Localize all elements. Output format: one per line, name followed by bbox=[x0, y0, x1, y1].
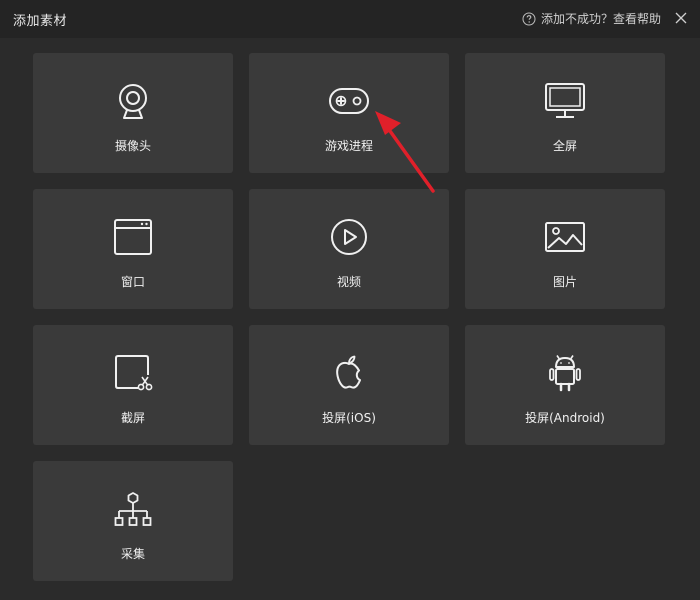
webcam-icon bbox=[113, 81, 153, 121]
screenshot-scissors-icon bbox=[113, 353, 153, 393]
dialog-title: 添加素材 bbox=[13, 14, 68, 29]
gamepad-icon bbox=[329, 81, 369, 121]
tile-fullscreen[interactable]: 全屏 bbox=[465, 53, 665, 173]
tile-image[interactable]: 图片 bbox=[465, 189, 665, 309]
tile-label: 视频 bbox=[336, 275, 361, 289]
android-icon bbox=[545, 353, 585, 393]
tile-capture[interactable]: 采集 bbox=[33, 461, 233, 581]
question-circle-icon bbox=[522, 12, 536, 26]
tile-label: 摄像头 bbox=[114, 139, 151, 153]
tile-label: 投屏(iOS) bbox=[322, 411, 376, 425]
monitor-icon bbox=[545, 81, 585, 121]
tile-screenshot[interactable]: 截屏 bbox=[33, 325, 233, 445]
tile-label: 采集 bbox=[120, 547, 145, 561]
tile-video[interactable]: 视频 bbox=[249, 189, 449, 309]
tile-webcam[interactable]: 摄像头 bbox=[33, 53, 233, 173]
tile-label: 截屏 bbox=[120, 411, 145, 425]
tile-label: 窗口 bbox=[120, 275, 145, 289]
help-link-text: 添加不成功？查看帮助 bbox=[540, 12, 661, 26]
tile-label: 游戏进程 bbox=[324, 139, 373, 153]
tile-android-mirror[interactable]: 投屏(Android) bbox=[465, 325, 665, 445]
apple-icon bbox=[329, 353, 369, 393]
tile-label: 投屏(Android) bbox=[525, 411, 605, 425]
title-bar: 添加素材 添加不成功？查看帮助 bbox=[0, 0, 700, 38]
image-icon bbox=[545, 217, 585, 257]
tile-label: 图片 bbox=[552, 275, 577, 289]
hierarchy-icon bbox=[113, 489, 153, 529]
tile-label: 全屏 bbox=[552, 139, 577, 153]
window-icon bbox=[113, 217, 153, 257]
help-link[interactable]: 添加不成功？查看帮助 bbox=[522, 10, 661, 27]
close-icon[interactable] bbox=[673, 10, 689, 26]
add-source-dialog: 添加素材 添加不成功？查看帮助 摄像头 游戏进程 全屏 窗口 视频 图片 截屏 … bbox=[0, 0, 700, 600]
tile-window[interactable]: 窗口 bbox=[33, 189, 233, 309]
play-circle-icon bbox=[329, 217, 369, 257]
tile-game-process[interactable]: 游戏进程 bbox=[249, 53, 449, 173]
tile-ios-mirror[interactable]: 投屏(iOS) bbox=[249, 325, 449, 445]
